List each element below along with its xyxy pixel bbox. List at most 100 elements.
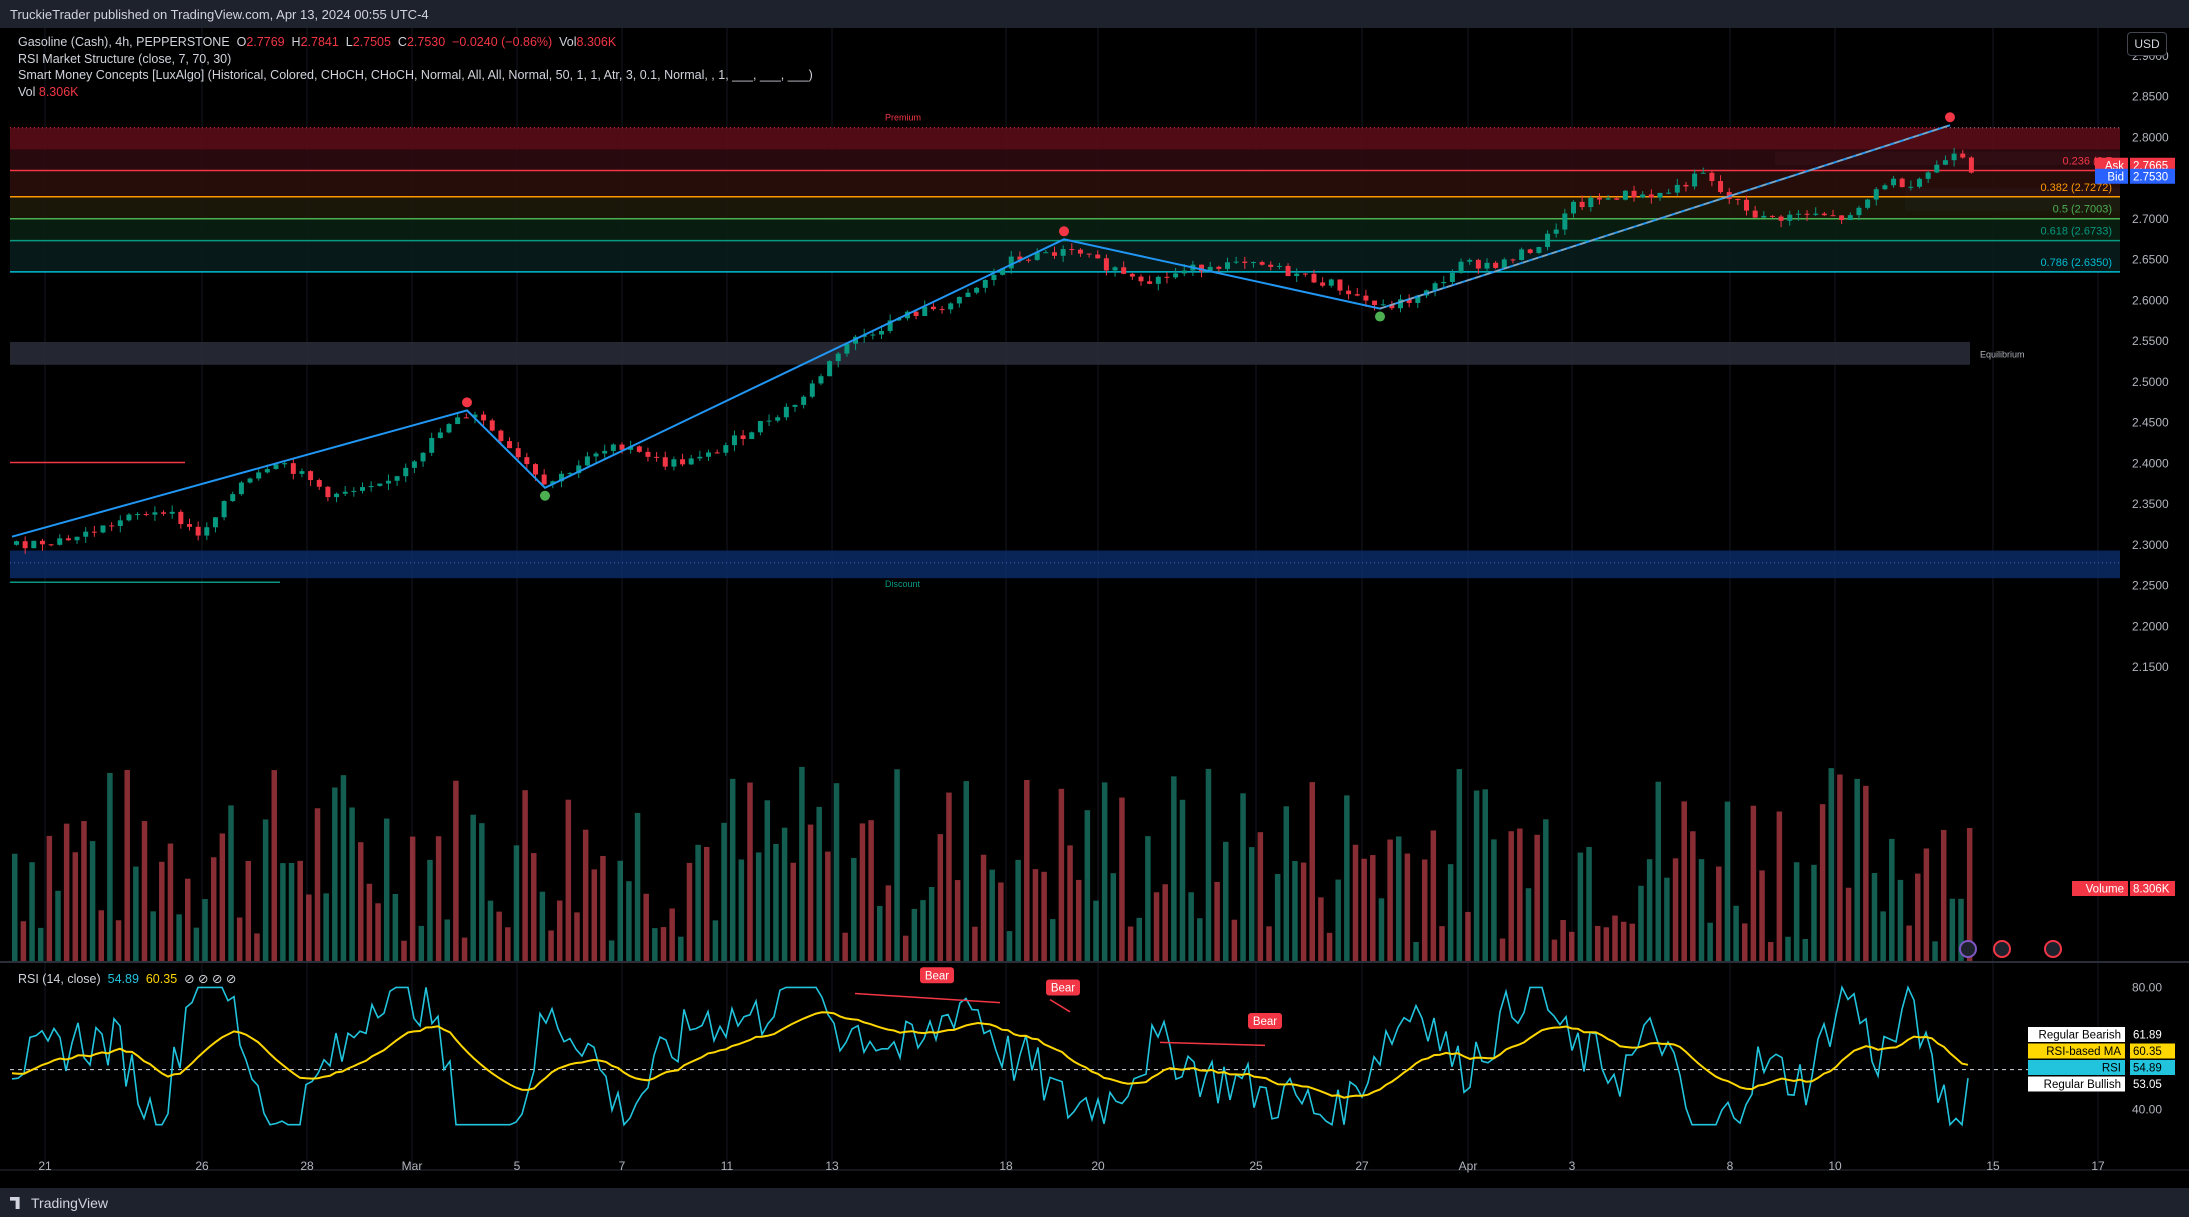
volume-bar — [349, 807, 355, 962]
candle-body — [1328, 279, 1334, 286]
volume-bar — [81, 821, 87, 962]
indicator-volume[interactable]: Vol 8.306K — [18, 84, 813, 101]
candle-body — [178, 511, 184, 525]
candle-body — [74, 536, 80, 541]
candle-body — [939, 309, 945, 311]
candle-body — [783, 406, 789, 418]
volume-bar — [1620, 921, 1627, 962]
volume-bar — [375, 903, 381, 962]
candle-body — [57, 538, 63, 545]
price-tick-7: 2.5500 — [2132, 334, 2169, 348]
low-value: 2.7505 — [352, 35, 391, 49]
candle-body — [688, 458, 694, 465]
tradingview-logo[interactable]: TradingView — [10, 1195, 108, 1211]
candle-body — [1666, 192, 1672, 194]
volume-bar — [167, 843, 174, 962]
volume-bar — [141, 821, 148, 962]
candle-body — [1043, 252, 1049, 254]
volume-bar — [825, 851, 831, 962]
candle-body — [1830, 215, 1836, 217]
volume-bar — [340, 775, 347, 962]
candle-body — [1467, 259, 1473, 262]
candle-body — [1571, 201, 1576, 214]
candle-body — [1925, 172, 1931, 179]
rsi-tag-value-0: 61.89 — [2133, 1030, 2162, 1042]
candle-body — [636, 446, 642, 452]
candle-body — [230, 494, 236, 502]
candle-body — [740, 435, 746, 440]
candle-body — [1908, 186, 1914, 188]
candle-body — [775, 417, 781, 421]
indicator-smart-money-concepts[interactable]: Smart Money Concepts [LuxAlgo] (Historic… — [18, 67, 813, 84]
volume-bar — [868, 820, 874, 962]
candle-body — [515, 448, 521, 458]
candle-body — [290, 463, 296, 474]
premium-zone — [10, 127, 2120, 150]
candle-body — [1942, 160, 1948, 165]
volume-bar — [1819, 804, 1826, 962]
volume-bar — [1473, 790, 1480, 962]
candle-body — [714, 452, 720, 454]
volume-bar — [1716, 866, 1722, 962]
currency-button[interactable]: USD — [2127, 32, 2167, 56]
candle-body — [1562, 213, 1568, 230]
bear-label-2: Bear — [1253, 1016, 1277, 1028]
volume-bar — [1534, 834, 1540, 962]
volume-bar — [1257, 832, 1264, 962]
candle-body — [1458, 261, 1464, 273]
price-chart[interactable]: PremiumEquilibriumDiscount0.236 (2.70.38… — [0, 28, 2189, 1188]
candle-body — [1449, 272, 1455, 282]
price-tick-8: 2.5000 — [2132, 375, 2169, 389]
volume-bar — [1560, 920, 1566, 962]
volume-bar — [1309, 782, 1315, 962]
candle-body — [1086, 253, 1092, 255]
rsi-legend[interactable]: RSI (14, close) 54.89 60.35 ⊘ ⊘ ⊘ ⊘ — [18, 971, 236, 986]
volume-bar — [1326, 932, 1333, 962]
volume-bar — [1119, 797, 1125, 962]
volume-bar — [1854, 778, 1860, 962]
candle-body — [930, 306, 936, 310]
candle-body — [100, 525, 106, 533]
candle-body — [1441, 281, 1447, 284]
candle-body — [1891, 178, 1897, 186]
candle-body — [982, 279, 988, 288]
volume-bar — [522, 790, 528, 962]
volume-bar — [963, 781, 969, 962]
indicator-rsi-market-structure[interactable]: RSI Market Structure (close, 7, 70, 30) — [18, 51, 813, 68]
volume-bar — [1646, 859, 1653, 962]
volume-bar — [297, 860, 303, 962]
candle-body — [1752, 210, 1758, 218]
candle-body — [991, 274, 997, 280]
volume-bar — [176, 914, 182, 962]
time-tick-0: 21 — [38, 1159, 52, 1173]
fib-label-2: 0.5 (2.7003) — [2053, 204, 2112, 216]
volume-bar — [1370, 855, 1376, 962]
candle-body — [602, 450, 608, 454]
candle-body — [533, 464, 538, 475]
candle-body — [749, 432, 755, 440]
volume-bar — [1698, 859, 1705, 962]
volume-bar — [366, 883, 373, 962]
candle-body — [1778, 216, 1784, 221]
rsi-toggle-icons[interactable]: ⊘ ⊘ ⊘ ⊘ — [184, 972, 236, 986]
rsi-tag-label-0: Regular Bearish — [2039, 1030, 2121, 1042]
price-tick-15: 2.1500 — [2132, 660, 2169, 674]
volume-bar — [1300, 862, 1307, 962]
candle-body — [117, 520, 123, 526]
volume-bar — [444, 919, 450, 962]
candle-body — [1311, 273, 1317, 283]
candle-body — [83, 531, 89, 537]
candle-body — [31, 540, 37, 549]
time-tick-14: 8 — [1727, 1159, 1734, 1173]
volume-bar — [729, 778, 736, 962]
candle-body — [1052, 252, 1057, 256]
volume-bar — [1058, 788, 1065, 962]
candle-body — [1588, 197, 1594, 208]
candle-body — [316, 480, 322, 487]
bid-value: 2.7530 — [2133, 171, 2168, 183]
volume-bar — [1456, 769, 1463, 962]
candle-body — [446, 424, 452, 433]
candle-body — [342, 491, 348, 494]
volume-bar — [358, 842, 364, 962]
symbol-name[interactable]: Gasoline (Cash), 4h, PEPPERSTONE — [18, 35, 230, 49]
